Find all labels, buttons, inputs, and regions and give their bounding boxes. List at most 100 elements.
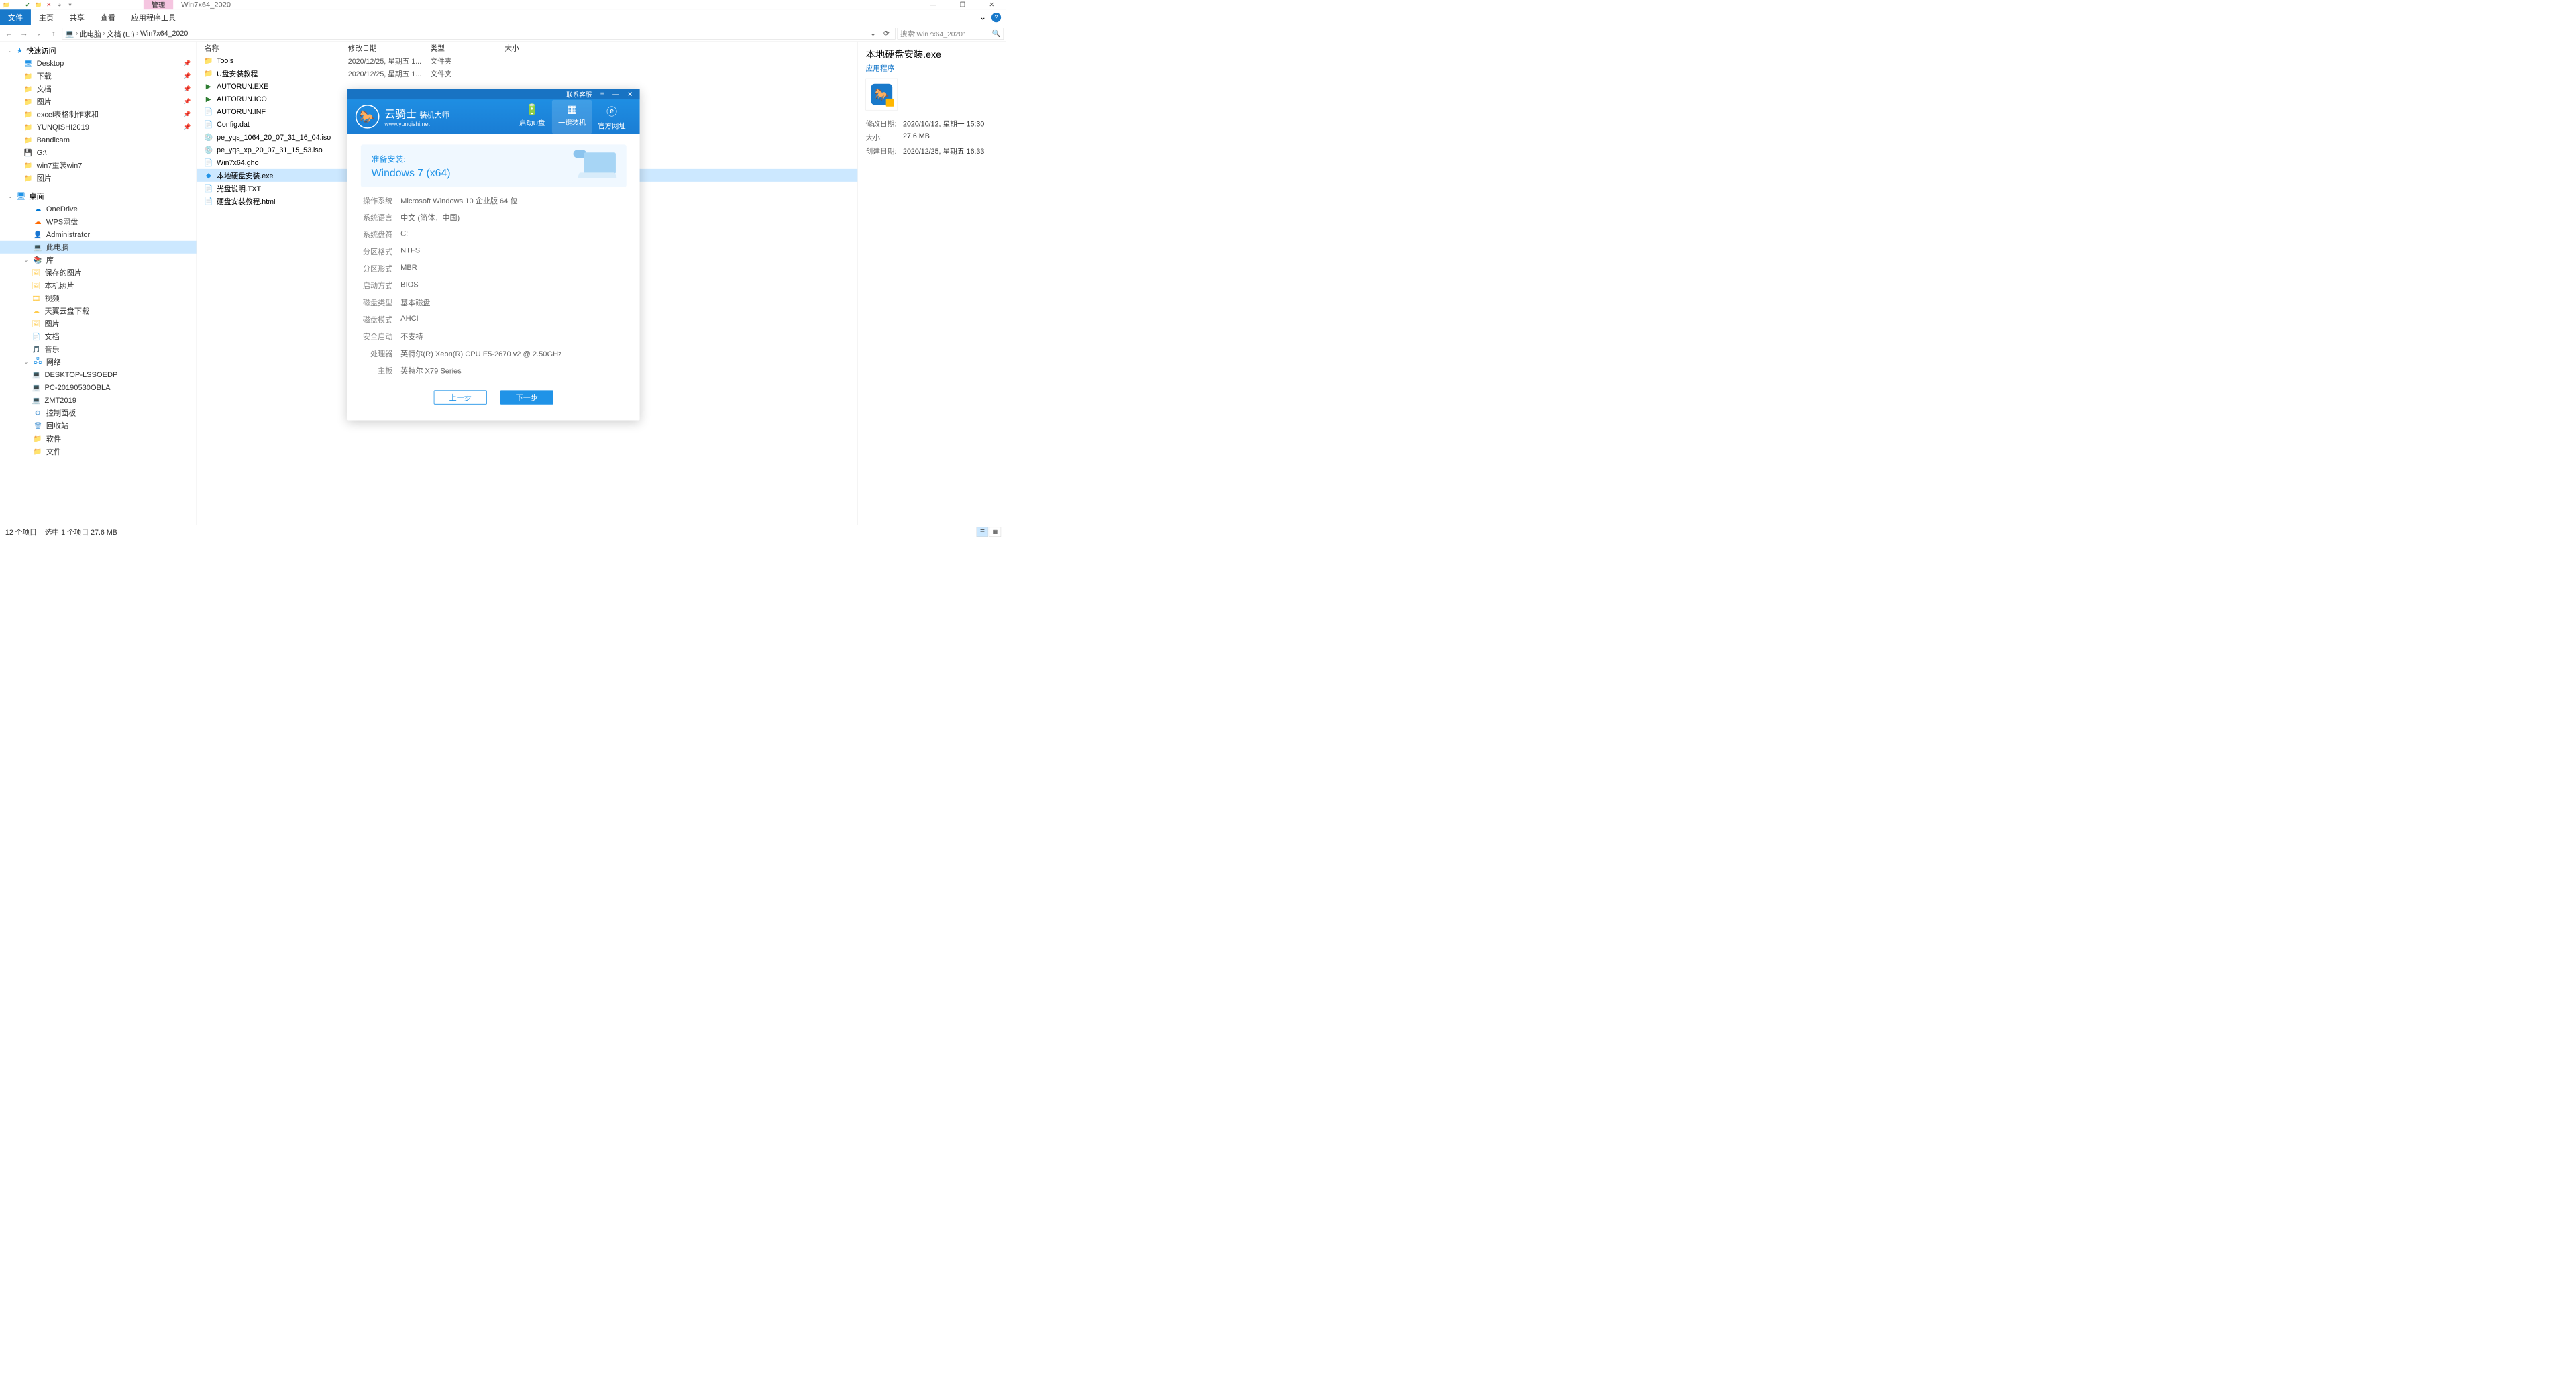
nav-item-label: 软件 (46, 433, 61, 444)
yqs-close-button[interactable]: ✕ (623, 89, 637, 99)
nav-item-icon: 🎵 (32, 345, 41, 354)
nav-item[interactable]: 🖼本机照片 (0, 279, 197, 292)
nav-item[interactable]: ☁WPS网盘 (0, 215, 197, 228)
yqs-tab[interactable]: 🔋启动U盘 (512, 100, 551, 134)
nav-item[interactable]: 👤Administrator (0, 228, 197, 241)
yqs-prev-button[interactable]: 上一步 (434, 390, 487, 404)
chevron-down-icon[interactable]: ⌄ (8, 193, 13, 199)
check-icon[interactable]: ✔ (23, 1, 32, 9)
search-input[interactable]: 搜索"Win7x64_2020" 🔍 (898, 28, 1004, 39)
chevron-down-icon[interactable]: ⌄ (24, 358, 30, 365)
nav-item-label: 音乐 (45, 344, 60, 354)
crumb-drive[interactable]: 文档 (E:) (107, 28, 135, 38)
yqs-menu-button[interactable]: ≡ (596, 89, 608, 99)
nav-item[interactable]: 🖼保存的图片 (0, 266, 197, 279)
file-name-label: Tools (217, 56, 233, 64)
yqs-contact-button[interactable]: 联系客服 (562, 89, 596, 99)
help-icon[interactable]: ? (991, 13, 1001, 22)
nav-quick-access[interactable]: ⌄ ★ 快速访问 (0, 44, 197, 57)
nav-desktop[interactable]: ⌄ 🖥 桌面 (0, 190, 197, 203)
nav-item[interactable]: 💻ZMT2019 (0, 394, 197, 407)
yqs-tab-icon: ▦ (567, 103, 577, 115)
nav-item-label: 视频 (45, 293, 60, 303)
chevron-down-icon[interactable]: ⌄ (8, 47, 13, 54)
file-list[interactable]: 名称 修改日期 类型 大小 📁Tools2020/12/25, 星期五 1...… (197, 42, 857, 525)
refresh-button[interactable]: ⟳ (881, 30, 892, 38)
yqs-minimize-button[interactable]: — (608, 89, 623, 99)
nav-item[interactable]: 🖼图片 (0, 317, 197, 330)
minimize-button[interactable]: — (918, 0, 948, 9)
folder-icon[interactable]: 📁 (34, 1, 43, 9)
nav-item[interactable]: 📁win7重装win7 (0, 159, 197, 172)
chevron-right-icon[interactable]: › (103, 30, 105, 38)
nav-network[interactable]: ⌄ 🖧 网络 (0, 356, 197, 368)
breadcrumb[interactable]: 💻 › 此电脑 › 文档 (E:) › Win7x64_2020 ⌄ ⟳ (62, 28, 896, 39)
yqs-info-value: 中文 (简体，中国) (400, 212, 460, 223)
nav-item[interactable]: 🎵 音乐 (0, 343, 197, 356)
nav-item[interactable]: 📁下载📌 (0, 70, 197, 83)
yqs-tab[interactable]: ▦一键装机 (552, 100, 592, 134)
nav-item[interactable]: ☁天翼云盘下载 (0, 305, 197, 317)
file-row[interactable]: 📁U盘安装教程2020/12/25, 星期五 1...文件夹 (197, 67, 857, 80)
nav-back-button[interactable]: ← (3, 28, 15, 39)
nav-item-label: WPS网盘 (46, 216, 78, 227)
properties-icon[interactable]: ◕ (55, 1, 64, 9)
view-thumbnails-button[interactable]: ▦ (989, 527, 1001, 536)
contextual-tab-label[interactable]: 管理 (144, 0, 173, 10)
nav-item[interactable]: 🖥Desktop📌 (0, 57, 197, 70)
chevron-right-icon[interactable]: › (136, 30, 139, 38)
view-details-button[interactable]: ☰ (977, 527, 988, 536)
nav-item[interactable]: 💻PC-20190530OBLA (0, 381, 197, 394)
nav-item[interactable]: 📁excel表格制作求和📌 (0, 108, 197, 121)
ribbon-tab-share[interactable]: 共享 (62, 9, 93, 25)
nav-item[interactable]: 💻此电脑 (0, 241, 197, 254)
nav-item[interactable]: ⌄📚库 (0, 254, 197, 266)
nav-item[interactable]: ⚙控制面板 (0, 407, 197, 419)
close-button[interactable]: ✕ (977, 0, 1006, 9)
ribbon-tab-view[interactable]: 查看 (93, 9, 123, 25)
nav-item[interactable]: 🎞视频 (0, 292, 197, 305)
chevron-right-icon[interactable]: › (76, 30, 78, 38)
column-date[interactable]: 修改日期 (348, 42, 431, 52)
ribbon-tab-home[interactable]: 主页 (31, 9, 62, 25)
file-row[interactable]: 📁Tools2020/12/25, 星期五 1...文件夹 (197, 54, 857, 67)
nav-item[interactable]: 📁图片📌 (0, 95, 197, 108)
nav-item[interactable]: 🗑回收站 (0, 419, 197, 432)
nav-item[interactable]: 📁Bandicam (0, 134, 197, 146)
nav-item[interactable]: 📁软件 (0, 432, 197, 445)
nav-item[interactable]: 📄文档 (0, 330, 197, 343)
chevron-down-icon[interactable]: ⌄ (24, 256, 30, 263)
details-value: 2020/12/25, 星期五 16:33 (903, 146, 984, 156)
ribbon-expand-icon[interactable]: ⌄ (979, 13, 986, 22)
yqs-next-button[interactable]: 下一步 (500, 390, 553, 404)
nav-item[interactable]: ☁OneDrive (0, 203, 197, 215)
nav-forward-button[interactable]: → (17, 28, 30, 39)
yqs-tab[interactable]: ⓔ官方网址 (592, 100, 631, 134)
details-row: 修改日期:2020/10/12, 星期一 15:30 (866, 118, 999, 128)
nav-item-label: 文档 (37, 83, 52, 94)
nav-item[interactable]: 💾G:\ (0, 146, 197, 159)
close-icon[interactable]: ✕ (45, 1, 54, 9)
ribbon-tab-file[interactable]: 文件 (0, 9, 31, 25)
nav-item[interactable]: 📁图片 (0, 172, 197, 185)
nav-item[interactable]: 💻DESKTOP-LSSOEDP (0, 368, 197, 381)
navigation-pane[interactable]: ⌄ ★ 快速访问 🖥Desktop📌📁下载📌📁文档📌📁图片📌📁excel表格制作… (0, 42, 197, 525)
nav-item[interactable]: 📁文件 (0, 445, 197, 458)
breadcrumb-dropdown[interactable]: ⌄ (867, 30, 879, 38)
nav-up-button[interactable]: ↑ (47, 28, 60, 39)
nav-item[interactable]: 📁文档📌 (0, 83, 197, 95)
maximize-button[interactable]: ❐ (948, 0, 977, 9)
column-name[interactable]: 名称 (197, 42, 348, 52)
nav-item-label: DESKTOP-LSSOEDP (45, 370, 118, 379)
details-pane: 本地硬盘安装.exe 应用程序 🐎 修改日期:2020/10/12, 星期一 1… (857, 42, 1006, 525)
ribbon: 文件 主页 共享 查看 应用程序工具 ⌄ ? (0, 9, 1006, 25)
ribbon-tab-apptools[interactable]: 应用程序工具 (123, 9, 184, 25)
nav-recent-dropdown[interactable]: ⌄ (32, 28, 45, 39)
nav-item[interactable]: 📁YUNQISHI2019📌 (0, 121, 197, 134)
crumb-folder[interactable]: Win7x64_2020 (140, 30, 188, 38)
column-size[interactable]: 大小 (504, 42, 557, 52)
dropdown-icon[interactable]: ▾ (66, 1, 74, 9)
crumb-thispc[interactable]: 此电脑 (80, 28, 101, 38)
column-type[interactable]: 类型 (431, 42, 505, 52)
search-icon[interactable]: 🔍 (992, 30, 1001, 38)
